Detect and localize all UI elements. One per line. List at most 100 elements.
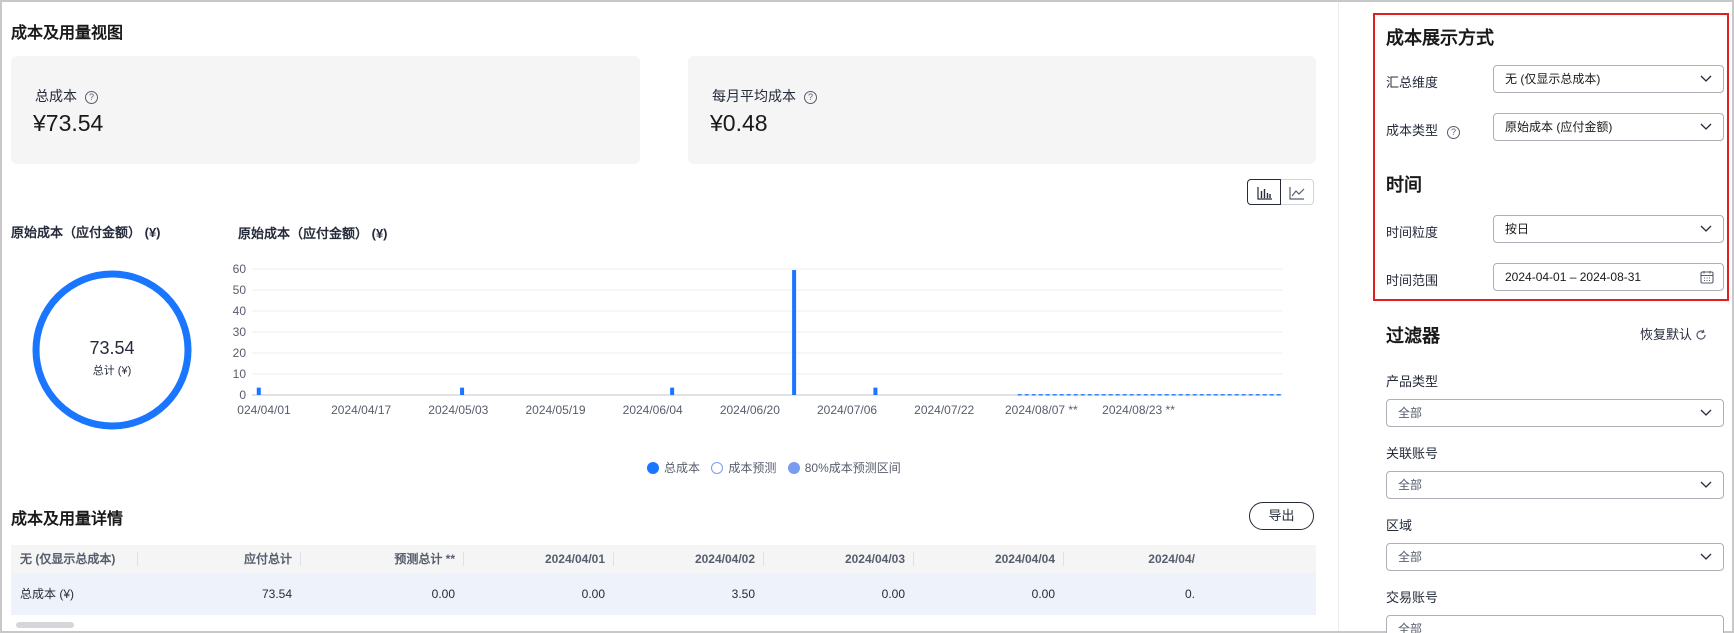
detail-title: 成本及用量详情 [11, 511, 124, 528]
cost-type-value: 原始成本 (应付金额) [1505, 120, 1613, 134]
table-cell: 0.00 [881, 587, 905, 601]
x-tick-label: 2024/08/07 ** [1005, 403, 1078, 417]
legend-range-marker [787, 462, 800, 474]
x-tick-label: 2024/08/23 ** [1102, 403, 1175, 417]
legend-forecast-marker [711, 462, 724, 474]
column-header: 预测总计 ** [301, 545, 464, 573]
column-header: 2024/04/01 [464, 545, 614, 573]
y-tick-label: 30 [233, 325, 247, 339]
calendar-icon [1700, 271, 1714, 284]
detail-table: 无 (仅显示总成本) 应付总计 预测总计 ** 2024/04/01 2024/04/0… [11, 545, 1316, 617]
chevron-down-icon [1700, 553, 1712, 560]
table-cell: 0.00 [581, 587, 605, 601]
time-section-title: 时间 [1386, 175, 1422, 195]
filter-select-linked-account[interactable]: 全部 [1386, 471, 1724, 499]
legend-item-forecast-range[interactable]: 80%成本预测区间 [787, 459, 901, 476]
bar [873, 387, 878, 395]
table-row[interactable]: 总成本 (¥) 73.54 0.00 0.00 3.50 0.00 0.00 0. [11, 573, 1316, 615]
x-tick-label: 2024/04/17 [331, 403, 391, 417]
export-button[interactable]: 导出 [1249, 502, 1314, 530]
aggregate-label: 汇总维度 [1386, 75, 1439, 90]
total-cost-value: ¥73.54 [33, 110, 104, 136]
filter-select-region[interactable]: 全部 [1386, 543, 1724, 571]
highlight-box [1373, 13, 1729, 301]
help-icon[interactable]: ? [1447, 126, 1461, 139]
table-header-row: 无 (仅显示总成本) 应付总计 预测总计 ** 2024/04/01 2024/04/0… [11, 545, 1316, 573]
cost-type-select[interactable]: 原始成本 (应付金额) [1493, 113, 1724, 141]
column-header: 无 (仅显示总成本) [11, 545, 138, 573]
page-title: 成本及用量视图 [11, 25, 124, 42]
chart-legend: 总成本 成本预测 80%成本预测区间 [647, 459, 909, 476]
filter-label-product-type: 产品类型 [1386, 374, 1439, 389]
chevron-down-icon [1700, 481, 1712, 488]
chevron-down-icon [1700, 75, 1712, 82]
help-icon[interactable]: ? [804, 91, 817, 104]
cost-type-label: 成本类型? [1386, 120, 1461, 139]
table-cell: 3.50 [731, 587, 755, 601]
legend-total-marker [647, 462, 659, 474]
filter-select-product-type[interactable]: 全部 [1386, 399, 1724, 427]
donut-value: 73.54 [89, 338, 135, 358]
x-tick-label: 2024/05/19 [525, 403, 585, 417]
bar-view-button[interactable] [1247, 179, 1281, 205]
chart-title: 原始成本（应付金额） (¥) [238, 226, 388, 241]
table-cell: 0.00 [1031, 587, 1055, 601]
aggregate-value: 无 (仅显示总成本) [1505, 72, 1601, 86]
refresh-icon [1696, 329, 1706, 340]
column-header: 2024/04/ [1148, 552, 1195, 566]
horizontal-scrollbar[interactable] [16, 622, 74, 628]
bar [256, 387, 261, 395]
aggregate-select[interactable]: 无 (仅显示总成本) [1493, 65, 1724, 93]
bar [670, 387, 675, 395]
filter-select-trade-account[interactable]: 全部 [1386, 615, 1724, 633]
monthly-average-value: ¥0.48 [710, 110, 768, 136]
total-cost-card: 总成本? ¥73.54 [11, 56, 640, 164]
column-header: 2024/04/02 [614, 545, 764, 573]
help-icon[interactable]: ? [85, 91, 98, 104]
x-tick-label: 2024/06/20 [720, 403, 780, 417]
bar [792, 270, 797, 395]
x-tick-label: 2024/05/03 [428, 403, 488, 417]
reset-label: 恢复默认 [1640, 327, 1693, 342]
filter-value: 全部 [1398, 406, 1423, 420]
chevron-down-icon [1700, 225, 1712, 232]
column-header: 2024/04/04 [914, 545, 1064, 573]
chevron-down-icon [1700, 123, 1712, 130]
granularity-select[interactable]: 按日 [1493, 215, 1724, 243]
monthly-average-label: 每月平均成本? [712, 86, 817, 106]
legend-item-total[interactable]: 总成本 [647, 459, 700, 476]
filter-section-title: 过滤器 [1386, 326, 1440, 346]
legend-total-label: 总成本 [664, 461, 701, 475]
y-tick-label: 50 [233, 283, 247, 297]
legend-range-label: 80%成本预测区间 [804, 461, 901, 475]
donut-center: 73.54 总计 (¥) [32, 270, 192, 430]
x-tick-label: 2024/07/22 [914, 403, 974, 417]
y-tick-label: 40 [233, 304, 247, 318]
chevron-down-icon [1700, 409, 1712, 416]
main-content: 成本及用量视图 总成本? ¥73.54 每月平均成本? ¥0.48 原始成本（应… [2, 2, 1338, 631]
line-view-button[interactable] [1280, 179, 1314, 205]
monthly-average-card: 每月平均成本? ¥0.48 [688, 56, 1316, 164]
total-cost-label: 总成本? [35, 86, 98, 106]
chart-view-toggle [1247, 179, 1315, 205]
x-tick-label: 024/04/01 [237, 403, 291, 417]
donut-title: 原始成本（应付金额） (¥) [11, 225, 161, 240]
x-tick-label: 2024/06/04 [623, 403, 683, 417]
column-header: 2024/04/03 [764, 545, 914, 573]
legend-item-forecast[interactable]: 成本预测 [711, 459, 776, 476]
reset-default-link[interactable]: 恢复默认 [1640, 324, 1707, 343]
donut-subtitle: 总计 (¥) [92, 365, 132, 377]
table-cell: 总成本 (¥) [20, 587, 75, 601]
date-range-picker[interactable]: 2024-04-01 – 2024-08-31 [1493, 263, 1724, 291]
range-label: 时间范围 [1386, 273, 1439, 288]
filter-value: 全部 [1398, 550, 1423, 564]
filter-label-region: 区域 [1386, 518, 1413, 533]
column-header: 应付总计 [138, 545, 301, 573]
line-chart-icon [1289, 187, 1305, 200]
legend-forecast-label: 成本预测 [728, 461, 777, 475]
bar [460, 387, 465, 395]
y-tick-label: 10 [233, 367, 247, 381]
y-tick-label: 0 [239, 388, 246, 402]
y-tick-label: 20 [233, 346, 247, 360]
x-tick-label: 2024/07/06 [817, 403, 877, 417]
